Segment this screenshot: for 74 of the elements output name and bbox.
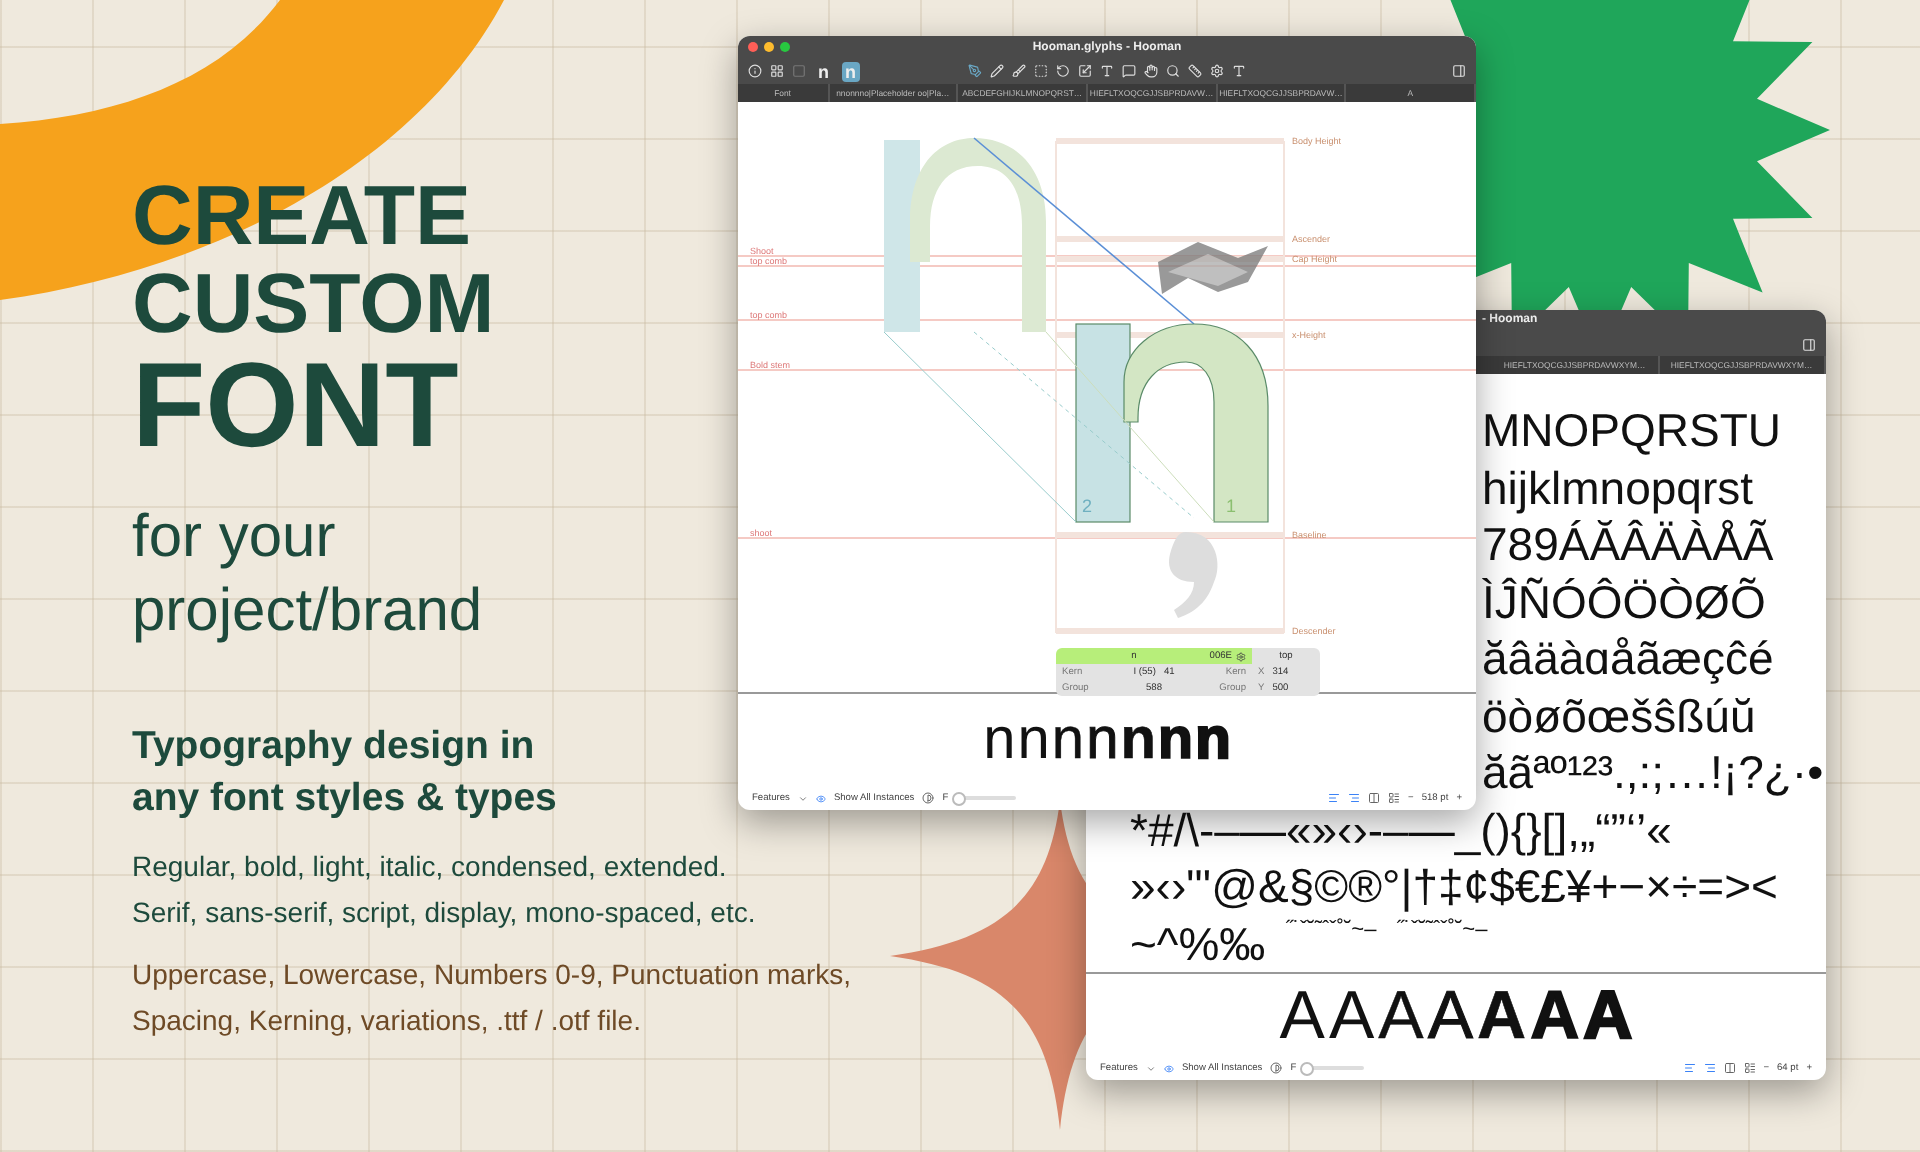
node-number: 2 xyxy=(1082,496,1093,516)
node-number: 1 xyxy=(1226,496,1237,516)
preview-glyph: n xyxy=(1195,711,1231,769)
preview-glyph: A xyxy=(1427,981,1474,1050)
accent-marks: ˝˙ˇ˘˜ˆˇ˚˘~– xyxy=(1285,915,1377,944)
scale-icon[interactable] xyxy=(1077,64,1092,78)
preview-glyph: A xyxy=(1530,981,1580,1050)
glyph-row: hijklmnopqrst xyxy=(1482,459,1753,517)
deliverables-text: Uppercase, Lowercase, Numbers 0-9, Punctuation marks, xyxy=(132,956,851,994)
align-right-icon[interactable] xyxy=(1348,792,1361,804)
styles-text: Regular, bold, light, italic, condensed, extended. xyxy=(132,848,727,886)
styles-text: Serif, sans-serif, script, display, mono-spaced, etc. xyxy=(132,894,756,932)
glyph-row: MNOPQRSTU xyxy=(1482,402,1781,460)
eye-icon[interactable] xyxy=(1163,1063,1174,1074)
chevron-down-icon[interactable] xyxy=(797,793,808,803)
glyph-row: ~^%‰ xyxy=(1130,915,1266,973)
preview-glyph: n xyxy=(983,711,1016,769)
grid-view-icon[interactable] xyxy=(770,64,784,78)
deliverables-text: Spacing, Kerning, variations, .ttf / .otf file. xyxy=(132,1002,641,1040)
close-icon[interactable] xyxy=(748,42,758,52)
columns-icon[interactable] xyxy=(1368,792,1381,804)
align-right-icon[interactable] xyxy=(1703,1062,1716,1075)
contrast-icon[interactable] xyxy=(1270,1062,1283,1075)
columns-icon[interactable] xyxy=(1723,1062,1736,1075)
preview-glyph: n xyxy=(1120,711,1156,769)
glyph-row: öòøõœšŝßúŭ xyxy=(1482,687,1756,745)
hero-subtitle: project/brand xyxy=(132,576,483,648)
annotation-icon[interactable] xyxy=(1121,64,1136,78)
minimize-icon[interactable] xyxy=(764,42,774,52)
slider-thumb[interactable] xyxy=(1300,1062,1315,1077)
preview-glyph: A xyxy=(1279,981,1325,1050)
align-left-icon[interactable] xyxy=(1683,1062,1696,1075)
accent-marks: ˝˙ˇ˘˜ˆˇ˚˘~– xyxy=(1396,915,1488,944)
preview-glyph: n xyxy=(1086,711,1119,769)
list-icon[interactable] xyxy=(1743,1062,1756,1075)
text-icon[interactable] xyxy=(1231,64,1246,78)
preview-glyph: A xyxy=(1583,981,1633,1050)
glyph-row: »‹›"'@&§©®°|†‡¢$€£¥+−×÷=>< xyxy=(1130,858,1778,916)
search-icon[interactable] xyxy=(1165,64,1180,78)
settings-icon[interactable] xyxy=(1236,651,1246,661)
preview-glyph: A xyxy=(1378,981,1424,1050)
preview-glyph: A xyxy=(1477,981,1527,1050)
info-icon[interactable] xyxy=(748,64,762,78)
section-heading: Typography design in xyxy=(132,722,535,772)
pen-icon[interactable] xyxy=(967,64,982,78)
preview-glyph: n xyxy=(1051,711,1085,769)
glyph-view-button[interactable]: n xyxy=(814,61,833,81)
pencil-icon[interactable] xyxy=(989,64,1004,78)
hero-subtitle: for your xyxy=(132,502,336,574)
contrast-icon[interactable] xyxy=(922,792,935,804)
glyph-row: ăãªº¹²³.,:;…!¡?¿·• xyxy=(1482,744,1824,802)
ruler-icon[interactable] xyxy=(1187,64,1202,78)
glyph-row: ÌĴÑÓÔÖÒØÕ xyxy=(1482,573,1766,631)
hero-title: FONT xyxy=(132,348,459,464)
zoom-icon[interactable] xyxy=(780,42,790,52)
hand-icon[interactable] xyxy=(1143,64,1158,78)
align-left-icon[interactable] xyxy=(1328,792,1341,804)
chevron-down-icon[interactable] xyxy=(1145,1063,1156,1074)
glyph-row-text: *#/\-–—«»‹›-–—_(){}[],„“”‘’« xyxy=(1130,802,1672,859)
text-tool-icon[interactable] xyxy=(1099,64,1114,78)
preview-glyph: A xyxy=(1328,981,1375,1050)
brush-icon[interactable] xyxy=(1011,64,1026,78)
eye-icon[interactable] xyxy=(815,793,826,803)
preview-glyph: n xyxy=(1017,711,1050,769)
rotate-icon[interactable] xyxy=(1055,64,1070,78)
glyph-row: 789ÁĂÂÄÀÅÃ xyxy=(1482,516,1774,574)
glyph-row: ăâäàɑåãæçĉé xyxy=(1482,630,1774,688)
list-icon[interactable] xyxy=(1388,792,1401,804)
sidebar-icon[interactable] xyxy=(1452,64,1467,78)
section-heading: any font styles & types xyxy=(132,774,557,824)
slider-thumb[interactable] xyxy=(952,792,967,806)
preview-glyph: n xyxy=(1157,711,1194,769)
sidebar-icon[interactable] xyxy=(1802,337,1817,352)
hero-title: CUSTOM xyxy=(132,260,495,348)
